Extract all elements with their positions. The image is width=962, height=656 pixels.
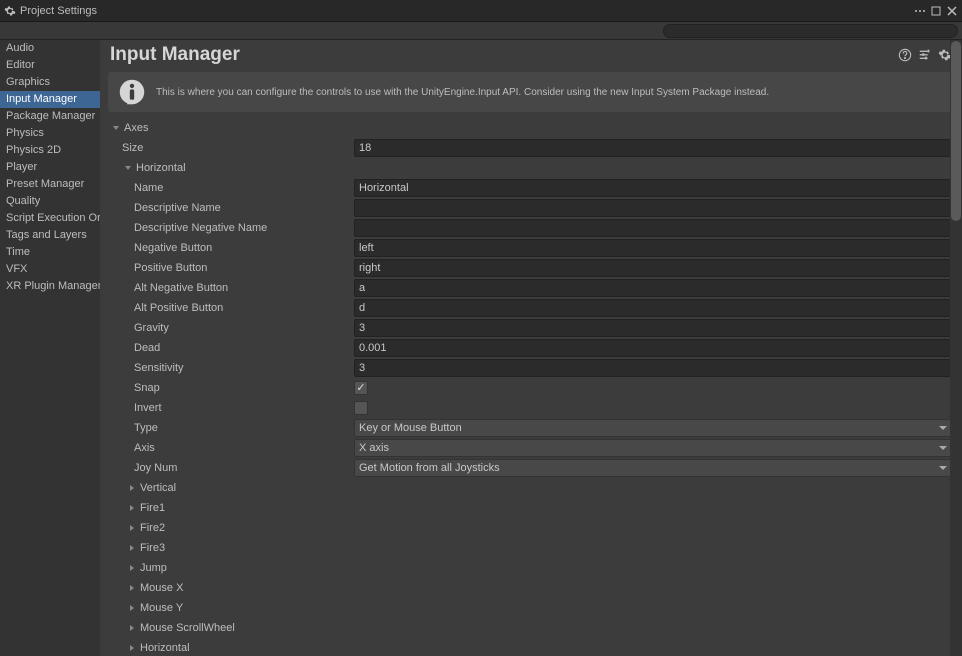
settings-sidebar: AudioEditorGraphicsInput ManagerPackage … — [0, 40, 100, 656]
maximize-icon[interactable] — [930, 5, 942, 17]
sidebar-item-xr-plugin-management[interactable]: XR Plugin Management — [0, 278, 100, 295]
axis-item[interactable]: Jump — [140, 562, 167, 574]
page-title: Input Manager — [110, 44, 240, 66]
posbtn-input[interactable] — [354, 259, 954, 277]
axis-item[interactable]: Vertical — [140, 482, 176, 494]
dead-label: Dead — [102, 342, 354, 354]
sidebar-item-script-execution-order[interactable]: Script Execution Order — [0, 210, 100, 227]
sidebar-item-input-manager[interactable]: Input Manager — [0, 91, 100, 108]
snap-label: Snap — [102, 382, 354, 394]
altpos-label: Alt Positive Button — [102, 302, 354, 314]
close-icon[interactable] — [946, 5, 958, 17]
foldout-collapsed-icon[interactable] — [126, 642, 138, 654]
negbtn-label: Negative Button — [102, 242, 354, 254]
name-label: Name — [102, 182, 354, 194]
sidebar-item-audio[interactable]: Audio — [0, 40, 100, 57]
sidebar-item-editor[interactable]: Editor — [0, 57, 100, 74]
name-input[interactable] — [354, 179, 954, 197]
snap-checkbox[interactable] — [354, 381, 368, 395]
foldout-collapsed-icon[interactable] — [126, 522, 138, 534]
help-icon[interactable] — [898, 48, 912, 62]
sidebar-item-player[interactable]: Player — [0, 159, 100, 176]
axis-item[interactable]: Mouse X — [140, 582, 183, 594]
joy-label: Joy Num — [102, 462, 354, 474]
sidebar-item-preset-manager[interactable]: Preset Manager — [0, 176, 100, 193]
axis-item[interactable]: Horizontal — [140, 642, 190, 654]
sens-label: Sensitivity — [102, 362, 354, 374]
foldout-collapsed-icon[interactable] — [126, 542, 138, 554]
search-input[interactable] — [663, 24, 958, 38]
sidebar-item-vfx[interactable]: VFX — [0, 261, 100, 278]
axes-tree: Axes Size Horizontal Name Descriptive Na… — [100, 116, 962, 656]
axis-item[interactable]: Mouse ScrollWheel — [140, 622, 235, 634]
searchbar — [0, 22, 962, 40]
foldout-expanded-icon[interactable] — [122, 162, 134, 174]
foldout-collapsed-icon[interactable] — [126, 502, 138, 514]
desc-label: Descriptive Name — [102, 202, 354, 214]
descneg-label: Descriptive Negative Name — [102, 222, 354, 234]
altneg-label: Alt Negative Button — [102, 282, 354, 294]
sidebar-item-physics-2d[interactable]: Physics 2D — [0, 142, 100, 159]
sidebar-item-graphics[interactable]: Graphics — [0, 74, 100, 91]
axis-item[interactable]: Fire1 — [140, 502, 165, 514]
joy-dropdown[interactable]: Get Motion from all Joysticks — [354, 459, 954, 477]
altpos-input[interactable] — [354, 299, 954, 317]
sidebar-item-quality[interactable]: Quality — [0, 193, 100, 210]
horizontal-label[interactable]: Horizontal — [136, 162, 186, 174]
size-label: Size — [102, 142, 354, 154]
info-text: This is where you can configure the cont… — [156, 87, 769, 98]
axis-item[interactable]: Mouse Y — [140, 602, 183, 614]
titlebar: Project Settings — [0, 0, 962, 22]
type-label: Type — [102, 422, 354, 434]
gravity-input[interactable] — [354, 319, 954, 337]
size-input[interactable] — [354, 139, 954, 157]
type-dropdown[interactable]: Key or Mouse Button — [354, 419, 954, 437]
foldout-collapsed-icon[interactable] — [126, 482, 138, 494]
axis-item[interactable]: Fire3 — [140, 542, 165, 554]
info-box: This is where you can configure the cont… — [108, 72, 954, 112]
sidebar-item-time[interactable]: Time — [0, 244, 100, 261]
invert-checkbox[interactable] — [354, 401, 368, 415]
axis-label: Axis — [102, 442, 354, 454]
sens-input[interactable] — [354, 359, 954, 377]
axis-dropdown[interactable]: X axis — [354, 439, 954, 457]
axis-item[interactable]: Fire2 — [140, 522, 165, 534]
gear-icon — [4, 5, 16, 17]
dead-input[interactable] — [354, 339, 954, 357]
sidebar-item-physics[interactable]: Physics — [0, 125, 100, 142]
descneg-input[interactable] — [354, 219, 954, 237]
window-title: Project Settings — [20, 5, 97, 17]
scrollbar-vertical[interactable] — [950, 40, 962, 656]
sidebar-item-package-manager[interactable]: Package Manager — [0, 108, 100, 125]
desc-input[interactable] — [354, 199, 954, 217]
gravity-label: Gravity — [102, 322, 354, 334]
settings-presets-icon[interactable] — [918, 48, 932, 62]
sidebar-item-tags-and-layers[interactable]: Tags and Layers — [0, 227, 100, 244]
info-icon — [118, 78, 146, 106]
main-panel: Input Manager This is where you can conf… — [100, 40, 962, 656]
invert-label: Invert — [102, 402, 354, 414]
scrollbar-thumb[interactable] — [951, 41, 961, 221]
axes-label[interactable]: Axes — [124, 122, 148, 134]
window-menu-icon[interactable] — [914, 5, 926, 17]
foldout-collapsed-icon[interactable] — [126, 622, 138, 634]
posbtn-label: Positive Button — [102, 262, 354, 274]
foldout-collapsed-icon[interactable] — [126, 562, 138, 574]
negbtn-input[interactable] — [354, 239, 954, 257]
foldout-collapsed-icon[interactable] — [126, 602, 138, 614]
altneg-input[interactable] — [354, 279, 954, 297]
foldout-expanded-icon[interactable] — [110, 122, 122, 134]
foldout-collapsed-icon[interactable] — [126, 582, 138, 594]
